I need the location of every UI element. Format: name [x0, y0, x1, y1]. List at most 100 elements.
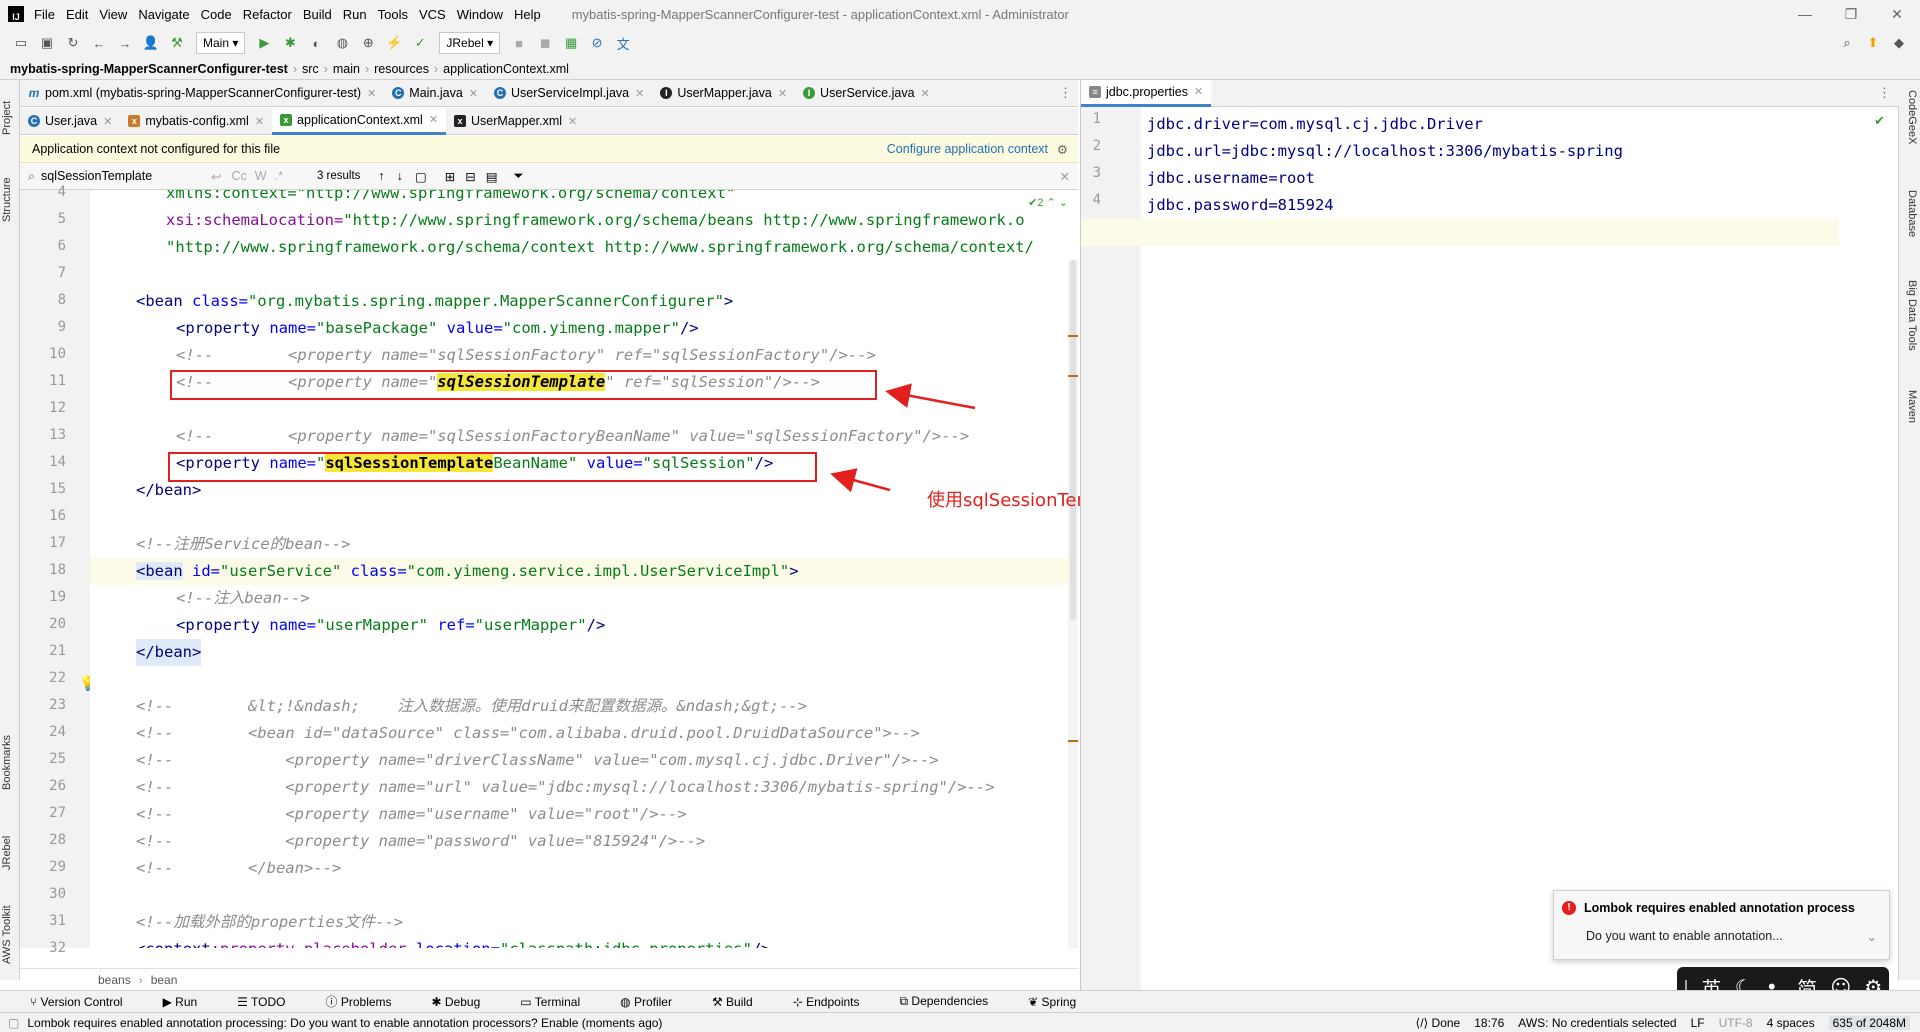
stop-icon[interactable]: ■ — [511, 35, 527, 51]
menu-window[interactable]: Window — [457, 7, 503, 22]
tool-dependencies[interactable]: ⧉ Dependencies — [900, 994, 1009, 1009]
close-tab-icon[interactable]: ✕ — [103, 115, 112, 128]
tool-tab-jrebel[interactable]: JRebel — [1, 825, 19, 880]
back-icon[interactable]: ← — [91, 35, 107, 51]
configure-context-link[interactable]: Configure application context — [887, 142, 1048, 156]
tab-user-java[interactable]: C User.java ✕ — [20, 108, 120, 135]
breadcrumb-src[interactable]: src — [302, 62, 319, 76]
tool-tab-maven[interactable]: Maven — [1900, 390, 1918, 450]
close-tab-icon[interactable]: ✕ — [568, 115, 577, 128]
breadcrumb-resources[interactable]: resources — [374, 62, 429, 76]
select-all-icon[interactable]: ▢ — [415, 169, 427, 184]
tabs-menu-icon[interactable]: ⋮ — [1059, 85, 1072, 101]
menu-help[interactable]: Help — [514, 7, 541, 22]
tool-tab-big-data-tools[interactable]: Big Data Tools — [1900, 280, 1918, 380]
tool-build[interactable]: ⚒ Build — [712, 995, 773, 1009]
menu-navigate[interactable]: Navigate — [138, 7, 189, 22]
menu-tools[interactable]: Tools — [378, 7, 408, 22]
next-occurrence-icon[interactable]: ↓ — [397, 169, 403, 183]
run-icon[interactable]: ▶ — [256, 35, 272, 51]
tool-tab-database[interactable]: Database — [1900, 190, 1918, 260]
minimize-icon[interactable]: — — [1782, 0, 1828, 28]
update-icon[interactable]: ⬆ — [1865, 35, 1881, 51]
no-entry-icon[interactable]: ⊘ — [589, 35, 605, 51]
user-icon[interactable]: 👤 — [143, 35, 159, 51]
status-done[interactable]: ⟨/⟩ Done — [1416, 1016, 1461, 1030]
build-hammer-icon[interactable]: ⚒ — [169, 35, 185, 51]
match-case-toggle[interactable]: Cc — [232, 169, 247, 183]
breadcrumb-project[interactable]: mybatis-spring-MapperScannerConfigurer-t… — [10, 62, 288, 76]
notification-body[interactable]: Do you want to enable annotation... — [1554, 915, 1889, 943]
status-message[interactable]: Lombok requires enabled annotation proce… — [27, 1016, 662, 1030]
tab-userserviceimpl-java[interactable]: C UserServiceImpl.java ✕ — [486, 80, 652, 107]
close-search-icon[interactable]: ✕ — [1060, 169, 1070, 184]
close-tab-icon[interactable]: ✕ — [921, 87, 930, 100]
menu-refactor[interactable]: Refactor — [243, 7, 292, 22]
codegeex-icon[interactable]: ◆ — [1891, 35, 1907, 51]
chart-icon[interactable]: ▦ — [563, 35, 579, 51]
tab-jdbc-properties[interactable]: ≡ jdbc.properties ✕ — [1081, 79, 1212, 107]
close-tab-icon[interactable]: ✕ — [255, 115, 264, 128]
add-occurrence-icon[interactable]: ⊞ — [445, 169, 455, 184]
tool-version-control[interactable]: ⑂ Version Control — [30, 995, 143, 1009]
tool-tab-project[interactable]: Project — [1, 88, 19, 148]
menu-view[interactable]: View — [99, 7, 127, 22]
menu-build[interactable]: Build — [303, 7, 332, 22]
jrebel-select[interactable]: JRebel ▾ — [439, 32, 501, 54]
open-folder-icon[interactable]: ▭ — [13, 35, 29, 51]
properties-editor[interactable]: jdbc.driver=com.mysql.cj.jdbc.Driver jdb… — [1081, 107, 1899, 990]
menu-vcs[interactable]: VCS — [419, 7, 446, 22]
aws-credentials[interactable]: AWS: No credentials selected — [1518, 1016, 1676, 1030]
menu-run[interactable]: Run — [343, 7, 367, 22]
editor-breadcrumb-beans[interactable]: beans — [98, 973, 131, 987]
jrebel-run-icon[interactable]: ⚡ — [386, 35, 402, 51]
chevron-down-icon[interactable]: ⌄ — [1867, 929, 1877, 944]
tab-applicationcontext-xml[interactable]: x applicationContext.xml ✕ — [272, 107, 447, 135]
status-frame-icon[interactable]: ▢ — [8, 1016, 19, 1030]
clear-icon[interactable]: ↩ — [211, 169, 221, 184]
previous-occurrence-icon[interactable]: ↑ — [378, 169, 384, 183]
xml-editor[interactable]: xmlns:context="http://www.springframewor… — [90, 190, 1078, 948]
stop-all-icon[interactable]: ◼ — [537, 35, 553, 51]
inspection-count[interactable]: ✔2 ⌃ ⌄ — [1028, 196, 1068, 209]
jrebel-debug-icon[interactable]: ✓ — [412, 35, 428, 51]
indent-setting[interactable]: 4 spaces — [1767, 1016, 1815, 1030]
tab-mybatis-config-xml[interactable]: x mybatis-config.xml ✕ — [120, 108, 272, 135]
close-icon[interactable]: ✕ — [1874, 0, 1920, 28]
file-encoding[interactable]: UTF-8 — [1719, 1016, 1753, 1030]
close-tab-icon[interactable]: ✕ — [367, 87, 376, 100]
run-config-select[interactable]: Main ▾ — [196, 32, 246, 54]
more-run-icon[interactable]: ⊕ — [360, 35, 376, 51]
tool-debug[interactable]: ✱ Debug — [432, 995, 501, 1009]
select-all-occurrences-icon[interactable]: ▤ — [486, 169, 498, 184]
close-tab-icon[interactable]: ✕ — [635, 87, 644, 100]
whole-words-toggle[interactable]: W — [255, 169, 267, 183]
line-separator[interactable]: LF — [1691, 1016, 1705, 1030]
close-tab-icon[interactable]: ✕ — [778, 87, 787, 100]
memory-indicator[interactable]: 635 of 2048M — [1828, 1015, 1910, 1030]
tool-tab-structure[interactable]: Structure — [1, 165, 19, 235]
regex-toggle[interactable]: .* — [275, 169, 283, 183]
lombok-notification[interactable]: ! Lombok requires enabled annotation pro… — [1553, 890, 1890, 960]
tab-main-java[interactable]: C Main.java ✕ — [384, 80, 486, 107]
editor-breadcrumb-bean[interactable]: bean — [151, 973, 178, 987]
menu-edit[interactable]: Edit — [66, 7, 88, 22]
forward-icon[interactable]: → — [117, 35, 133, 51]
search-input[interactable]: sqlSessionTemplate — [41, 169, 211, 183]
menu-code[interactable]: Code — [201, 7, 232, 22]
tool-endpoints[interactable]: ⊹ Endpoints — [793, 995, 880, 1009]
tab-pom-xml[interactable]: m pom.xml (mybatis-spring-MapperScannerCo… — [20, 80, 384, 107]
close-tab-icon[interactable]: ✕ — [429, 113, 438, 126]
caret-position[interactable]: 18:76 — [1474, 1016, 1504, 1030]
debug-icon[interactable]: ✱ — [282, 35, 298, 51]
remove-occurrence-icon[interactable]: ⊟ — [465, 169, 475, 184]
translate-icon[interactable]: 文 — [615, 35, 631, 52]
coverage-icon[interactable]: ◐ — [308, 35, 324, 51]
tool-tab-codegeex[interactable]: CodeGeeX — [1900, 90, 1918, 165]
tool-profiler[interactable]: ◍ Profiler — [620, 995, 692, 1009]
save-icon[interactable]: ▣ — [39, 35, 55, 51]
search-icon[interactable]: ⌕ — [1839, 35, 1855, 51]
tool-tab-aws-toolkit[interactable]: AWS Toolkit — [1, 895, 19, 975]
sync-icon[interactable]: ↻ — [65, 35, 81, 51]
profile-icon[interactable]: ◍ — [334, 35, 350, 51]
